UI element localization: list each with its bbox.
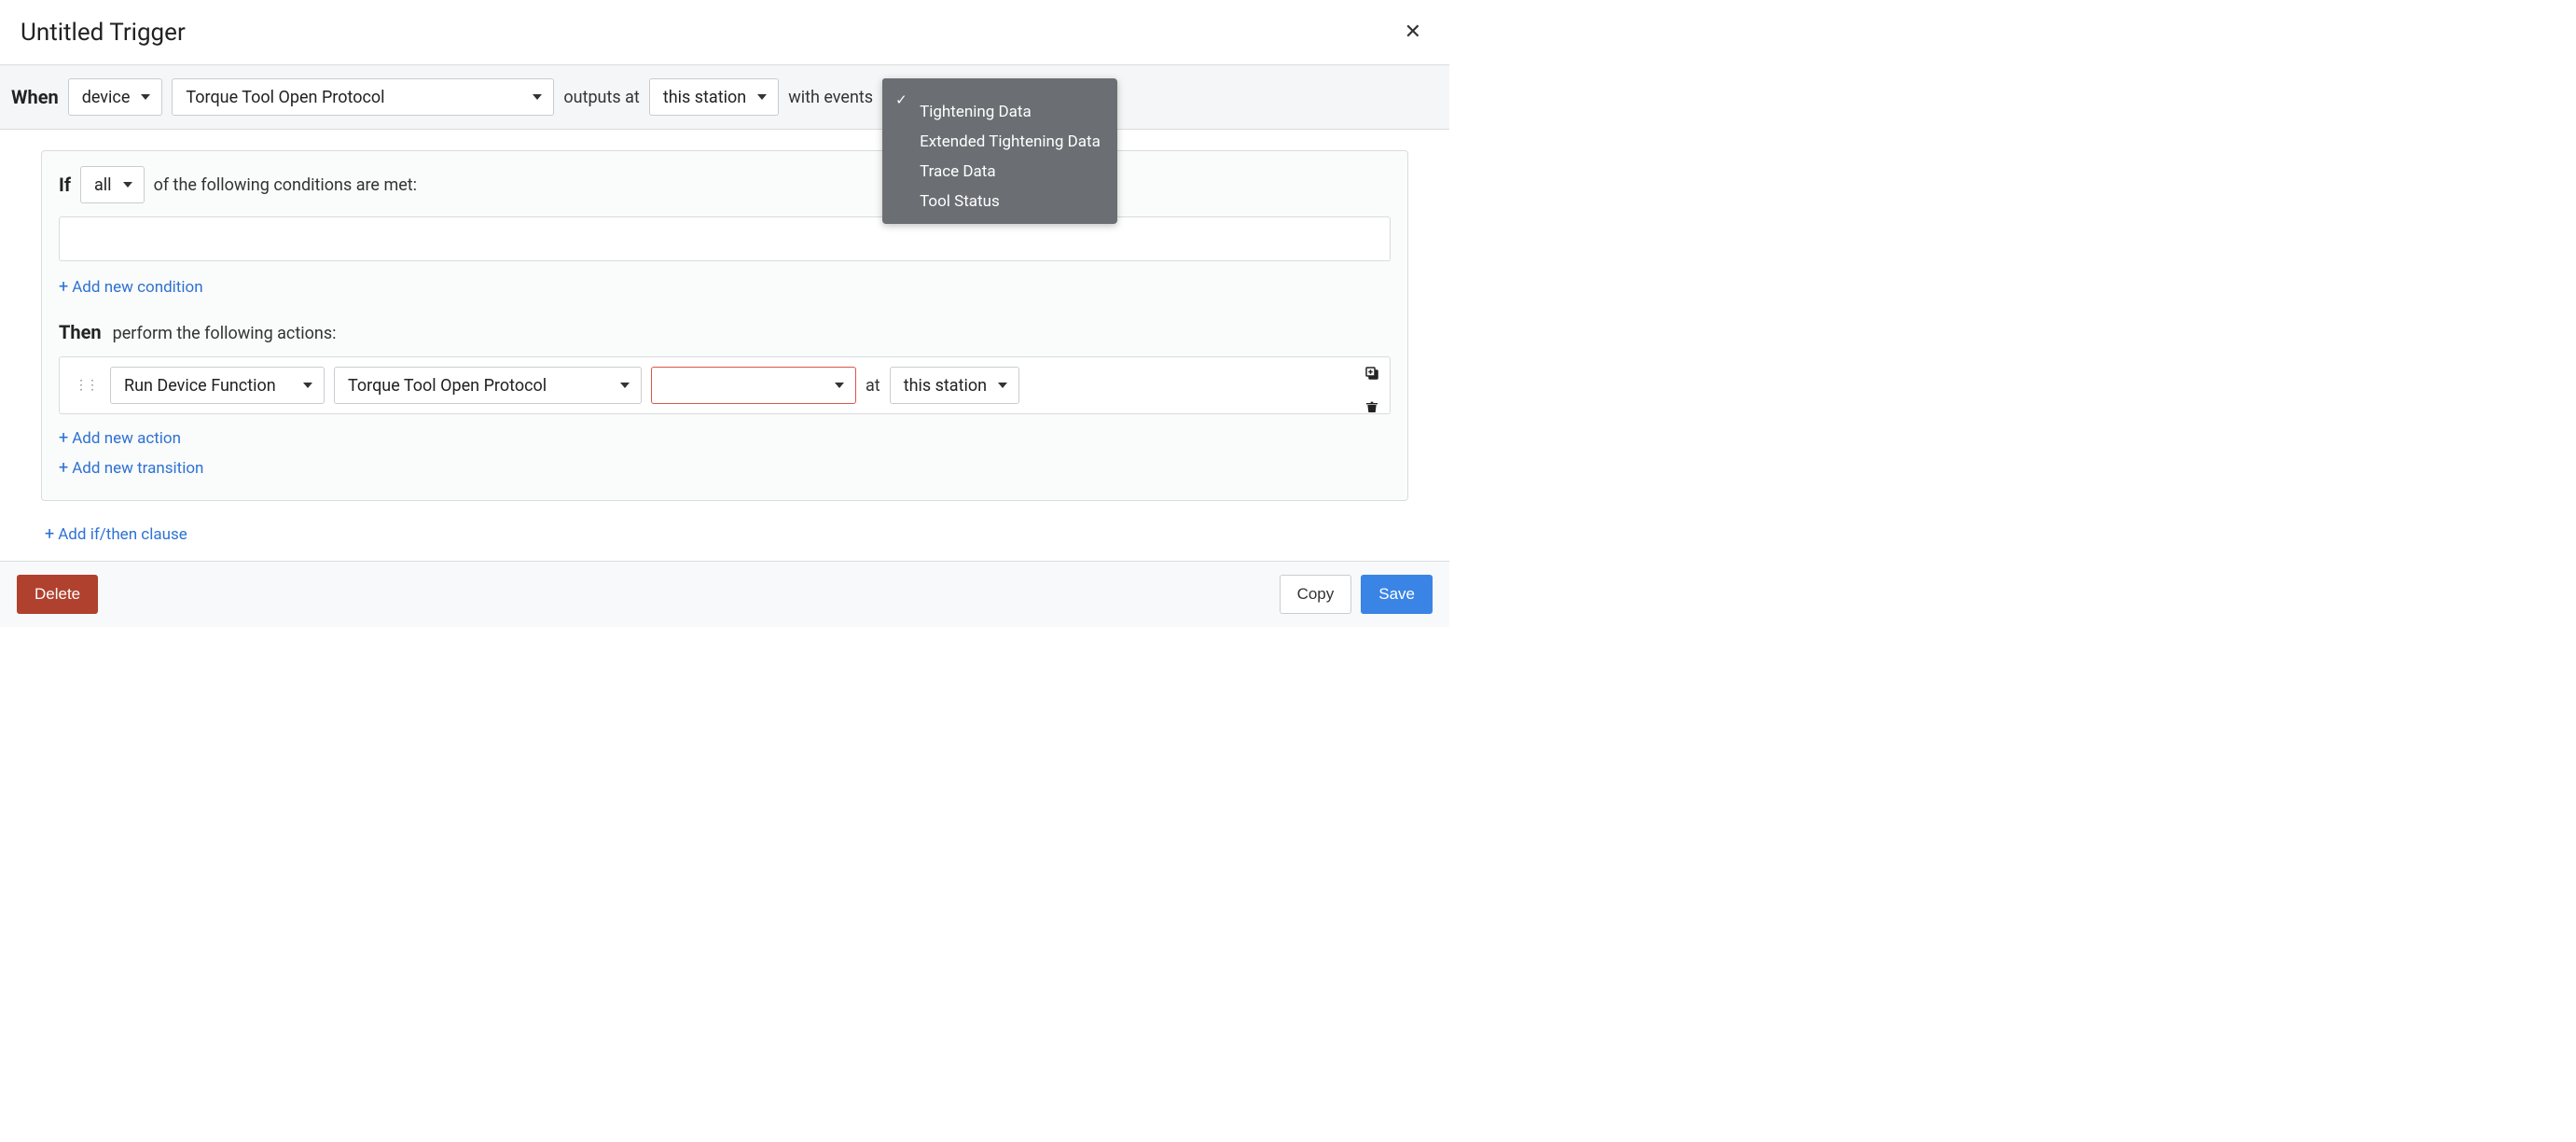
chevron-down-icon	[141, 94, 150, 100]
then-suffix: perform the following actions:	[113, 324, 337, 343]
at-label: at	[866, 376, 880, 396]
chevron-down-icon	[123, 182, 132, 188]
copy-button[interactable]: Copy	[1280, 575, 1352, 614]
events-option-extended[interactable]: Extended Tightening Data	[882, 127, 1117, 157]
plus-icon: +	[59, 430, 68, 447]
delete-button[interactable]: Delete	[17, 575, 98, 614]
station-value: this station	[663, 88, 746, 107]
protocol-value: Torque Tool Open Protocol	[186, 88, 384, 107]
source-type-dropdown[interactable]: device	[68, 78, 163, 116]
plus-icon: +	[45, 526, 54, 543]
chevron-down-icon	[303, 383, 312, 388]
add-action-label: Add new action	[72, 429, 181, 448]
save-button[interactable]: Save	[1361, 575, 1433, 614]
if-label: If	[59, 174, 71, 196]
protocol-dropdown[interactable]: Torque Tool Open Protocol	[172, 78, 554, 116]
chevron-down-icon	[757, 94, 767, 100]
add-action-button[interactable]: + Add new action	[59, 429, 181, 448]
action-protocol-value: Torque Tool Open Protocol	[348, 376, 547, 396]
add-transition-button[interactable]: + Add new transition	[59, 459, 203, 478]
action-subfunction-dropdown[interactable]	[651, 367, 856, 404]
trash-icon[interactable]	[1364, 398, 1379, 419]
chevron-down-icon	[835, 383, 844, 388]
add-condition-button[interactable]: + Add new condition	[59, 278, 203, 297]
drag-handle-icon[interactable]: ⋮⋮	[71, 378, 101, 393]
duplicate-icon[interactable]	[1364, 365, 1380, 385]
if-mode-dropdown[interactable]: all	[80, 166, 145, 203]
if-then-clause: If all of the following conditions are m…	[41, 150, 1408, 501]
chevron-down-icon	[620, 383, 630, 388]
add-transition-label: Add new transition	[72, 459, 203, 478]
events-option-empty[interactable]	[882, 86, 1117, 97]
events-option-tightening[interactable]: Tightening Data	[882, 97, 1117, 127]
events-dropdown-menu: Tightening Data Extended Tightening Data…	[882, 78, 1117, 224]
source-type-value: device	[82, 88, 131, 107]
outputs-label: outputs at	[563, 88, 639, 107]
action-row: ⋮⋮ Run Device Function Torque Tool Open …	[59, 356, 1391, 414]
events-option-trace[interactable]: Trace Data	[882, 157, 1117, 187]
add-condition-label: Add new condition	[72, 278, 202, 297]
if-mode-value: all	[94, 175, 112, 195]
events-label: with events	[788, 88, 873, 107]
action-function-dropdown[interactable]: Run Device Function	[110, 367, 325, 404]
plus-icon: +	[59, 460, 68, 477]
page-title: Untitled Trigger	[21, 19, 186, 47]
action-station-dropdown[interactable]: this station	[890, 367, 1019, 404]
action-protocol-dropdown[interactable]: Torque Tool Open Protocol	[334, 367, 642, 404]
close-icon[interactable]: ✕	[1397, 17, 1429, 48]
action-function-value: Run Device Function	[124, 376, 276, 396]
when-label: When	[11, 86, 59, 108]
if-suffix: of the following conditions are met:	[154, 175, 417, 195]
then-label: Then	[59, 321, 102, 343]
events-option-toolstatus[interactable]: Tool Status	[882, 187, 1117, 216]
add-clause-label: Add if/then clause	[58, 525, 187, 544]
conditions-container	[59, 216, 1391, 261]
action-station-value: this station	[904, 376, 987, 396]
station-dropdown[interactable]: this station	[649, 78, 779, 116]
chevron-down-icon	[533, 94, 542, 100]
plus-icon: +	[59, 279, 68, 296]
chevron-down-icon	[998, 383, 1007, 388]
add-clause-button[interactable]: + Add if/then clause	[45, 525, 187, 544]
